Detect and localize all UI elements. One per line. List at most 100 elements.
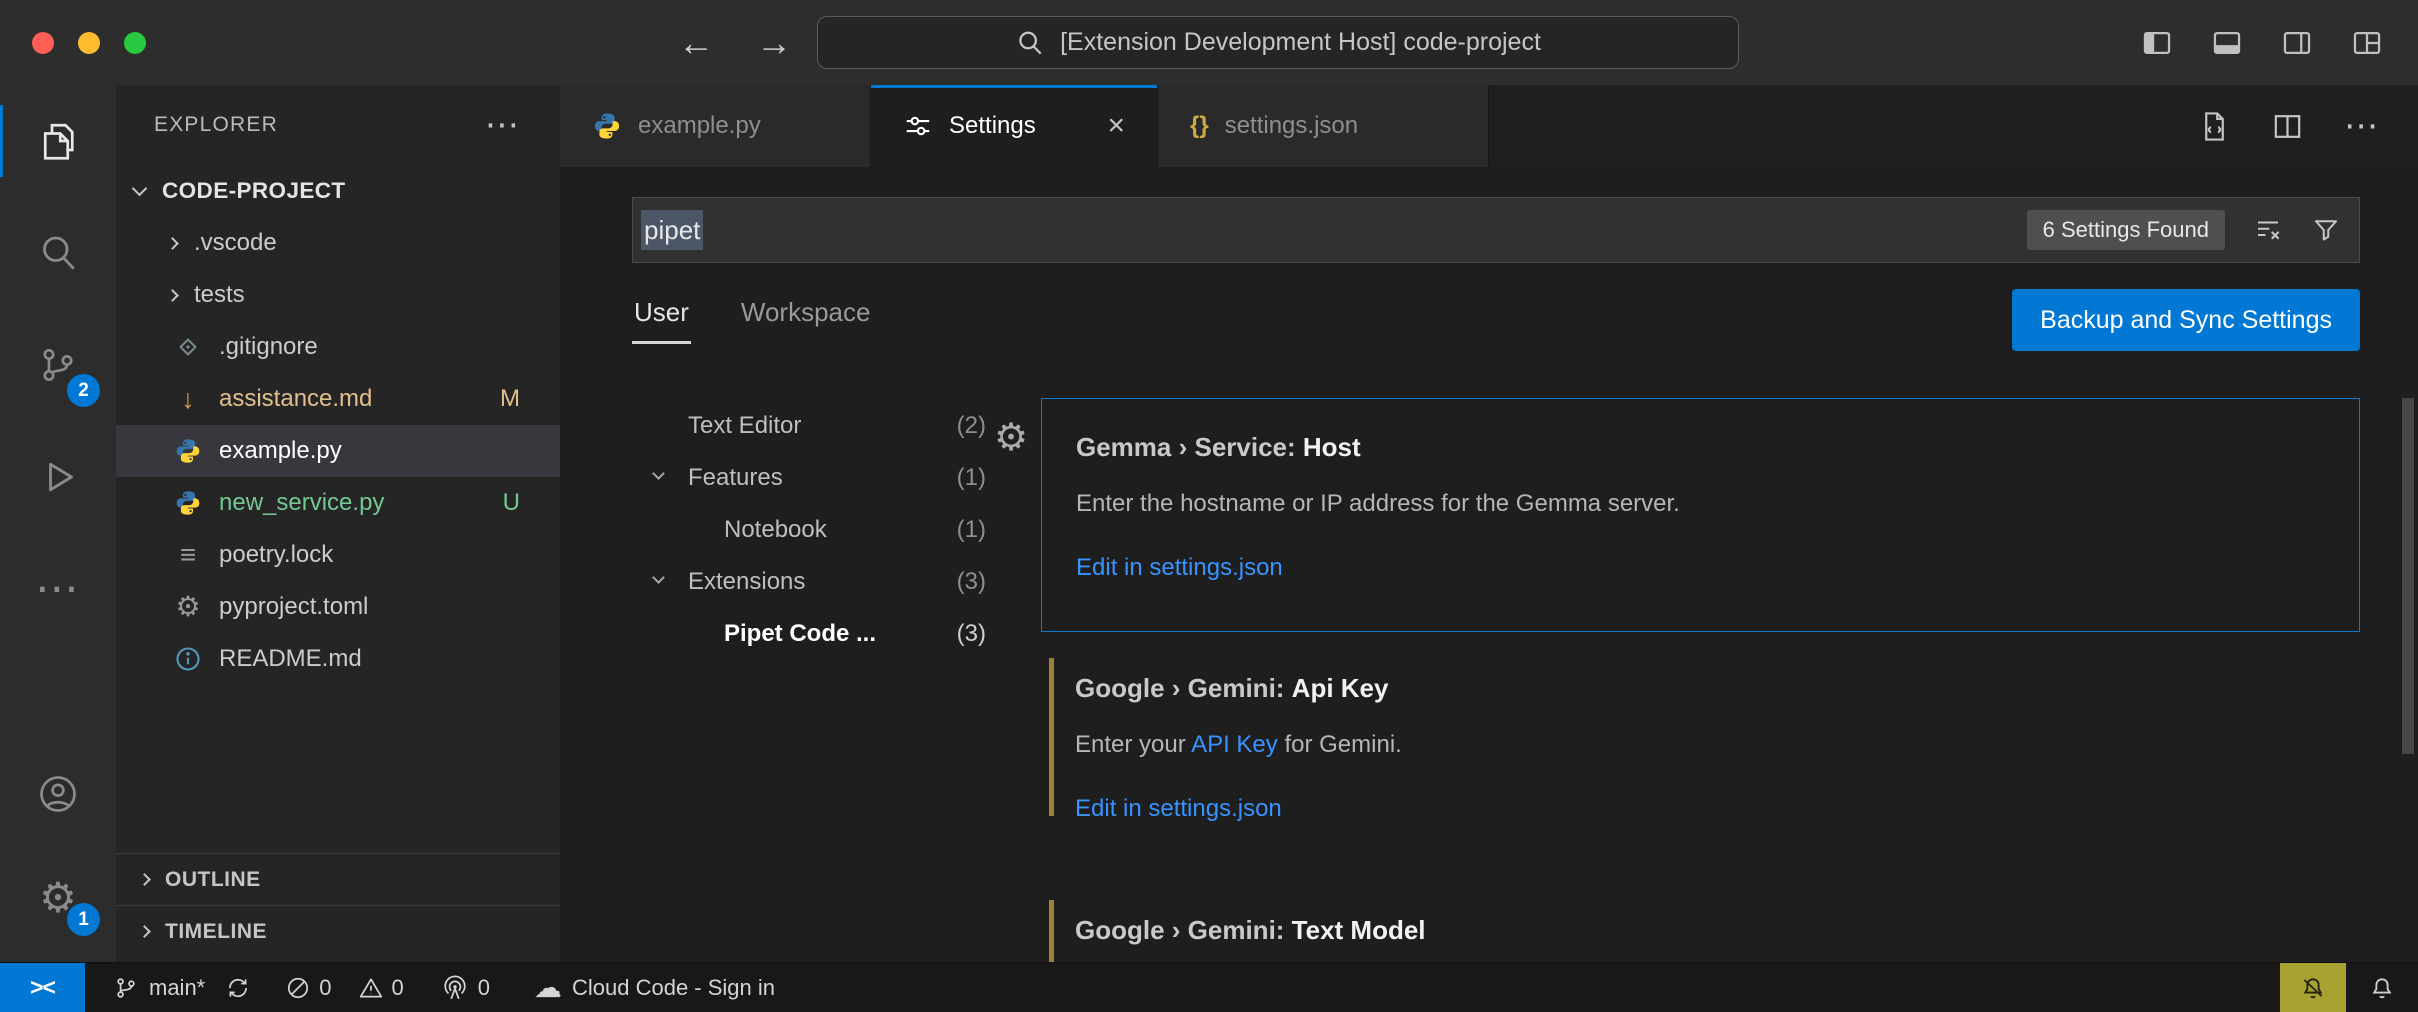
search-icon [1015,28,1045,58]
close-tab-icon[interactable]: × [1107,111,1125,141]
do-not-disturb-item[interactable] [2280,963,2346,1012]
setting-gemma-service-host[interactable]: Gemma › Service: Host Enter the hostname… [1041,398,2360,632]
cloud-code-status-item[interactable]: ☁ Cloud Code - Sign in [534,974,775,1002]
backup-sync-settings-button[interactable]: Backup and Sync Settings [2012,289,2360,351]
activity-search[interactable] [0,197,116,309]
tab-label: Settings [949,112,1036,140]
gear-icon: ⚙ [172,591,204,623]
explorer-more-actions-icon[interactable]: ⋯ [485,108,520,142]
setting-description: Enter the hostname or IP address for the… [1076,489,2323,519]
radio-tower-icon [442,975,468,1001]
tab-label: example.py [638,112,761,140]
setting-name: Api Key [1292,673,1389,703]
toc-pipet-code[interactable]: Pipet Code ... (3) [560,608,1012,660]
tree-item-poetry-lock[interactable]: ≡ poetry.lock [116,529,560,581]
toc-count: (2) [957,412,986,440]
outline-section-header[interactable]: OUTLINE [116,853,560,905]
activity-explorer[interactable] [0,85,116,197]
ports-status-item[interactable]: 0 [442,975,490,1001]
explorer-header: EXPLORER ⋯ [116,85,560,165]
open-settings-json-icon[interactable] [2198,110,2231,143]
command-center[interactable]: [Extension Development Host] code-projec… [817,16,1739,69]
setting-actions-gear-icon[interactable]: ⚙ [994,419,1028,457]
tab-settings[interactable]: Settings × [871,85,1158,167]
toc-label: Extensions [688,568,805,596]
titlebar: ← → [Extension Development Host] code-pr… [0,0,2418,85]
remote-indicator[interactable]: >< [0,963,85,1012]
activity-source-control[interactable]: 2 [0,309,116,421]
setting-name: Text Model [1292,915,1426,945]
settings-scope-row: User Workspace Backup and Sync Settings [632,289,2360,355]
settings-scrollbar[interactable] [2402,398,2414,754]
toc-extensions[interactable]: Extensions (3) [560,556,1012,608]
back-button[interactable]: ← [678,22,714,64]
forward-button[interactable]: → [756,22,792,64]
sidebar-bottom-sections: OUTLINE TIMELINE [116,853,560,957]
edit-in-settings-json-link[interactable]: Edit in settings.json [1075,794,2324,824]
edit-in-settings-json-link[interactable]: Edit in settings.json [1076,553,2323,583]
more-icon: ⋯ [35,567,81,611]
tree-item-readme-md[interactable]: README.md [116,633,560,685]
minimize-window-button[interactable] [78,32,100,54]
tree-item-pyproject-toml[interactable]: ⚙ pyproject.toml [116,581,560,633]
tab-example-py[interactable]: example.py [560,85,871,167]
editor-area: example.py Settings × {} settings.json [560,85,2418,962]
tree-item-assistance-md[interactable]: ↓ assistance.md M [116,373,560,425]
tree-item-tests[interactable]: tests [116,269,560,321]
toc-text-editor[interactable]: Text Editor (2) [560,400,1012,452]
toc-notebook[interactable]: Notebook (1) [560,504,1012,556]
activity-run-debug[interactable] [0,421,116,533]
activity-accounts[interactable] [0,742,116,846]
tree-item-gitignore[interactable]: .gitignore [116,321,560,373]
info-icon [172,643,204,675]
json-braces-icon: {} [1190,112,1209,140]
timeline-section-header[interactable]: TIMELINE [116,905,560,957]
api-key-link[interactable]: API Key [1191,731,1278,758]
folder-label: .vscode [194,229,277,257]
toc-label: Pipet Code ... [724,620,876,648]
scope-tab-user[interactable]: User [632,289,691,344]
file-label: assistance.md [219,385,372,413]
filter-icon[interactable] [2311,215,2341,245]
notifications-item[interactable] [2346,963,2418,1012]
explorer-sidebar: EXPLORER ⋯ CODE-PROJECT .vscode tests .g… [116,85,560,962]
settings-editor: pipet 6 Settings Found User Workspace Ba… [560,167,2418,962]
split-editor-icon[interactable] [2271,110,2304,143]
tree-item-example-py[interactable]: example.py [116,425,560,477]
toc-features[interactable]: Features (1) [560,452,1012,504]
scope-tab-workspace[interactable]: Workspace [739,289,873,344]
toggle-panel-icon[interactable] [2210,26,2244,60]
settings-badge: 1 [67,903,100,936]
activity-more[interactable]: ⋯ [0,533,116,645]
maximize-window-button[interactable] [124,32,146,54]
file-label: poetry.lock [219,541,333,569]
setting-google-gemini-text-model[interactable]: Google › Gemini: Text Model [1041,892,2360,962]
file-label: new_service.py [219,489,384,517]
folder-label: tests [194,281,245,309]
setting-google-gemini-api-key[interactable]: Google › Gemini: Api Key Enter your API … [1041,650,2360,842]
window-controls [32,0,146,85]
more-actions-icon[interactable]: ⋯ [2344,109,2380,143]
ports-count: 0 [478,975,490,1001]
tab-settings-json[interactable]: {} settings.json [1158,85,1489,167]
customize-layout-icon[interactable] [2350,26,2384,60]
toggle-primary-sidebar-icon[interactable] [2140,26,2174,60]
tree-item-vscode[interactable]: .vscode [116,217,560,269]
bell-icon [2369,975,2395,1001]
toggle-secondary-sidebar-icon[interactable] [2280,26,2314,60]
history-nav: ← → [678,0,792,85]
close-window-button[interactable] [32,32,54,54]
explorer-title: EXPLORER [154,113,278,137]
window-title: [Extension Development Host] code-projec… [1060,28,1541,57]
clear-search-icon[interactable] [2253,215,2283,245]
setting-category: Google › Gemini: [1075,673,1292,703]
activity-settings[interactable]: ⚙ 1 [0,846,116,950]
tree-item-new-service-py[interactable]: new_service.py U [116,477,560,529]
branch-label: main* [149,975,205,1001]
problems-status-item[interactable]: 0 0 [285,975,404,1001]
sync-status-item[interactable] [225,975,251,1001]
git-icon [172,331,204,363]
branch-status-item[interactable]: main* [113,975,205,1001]
tree-root-code-project[interactable]: CODE-PROJECT [116,165,560,217]
settings-search-input[interactable]: pipet 6 Settings Found [632,197,2360,263]
